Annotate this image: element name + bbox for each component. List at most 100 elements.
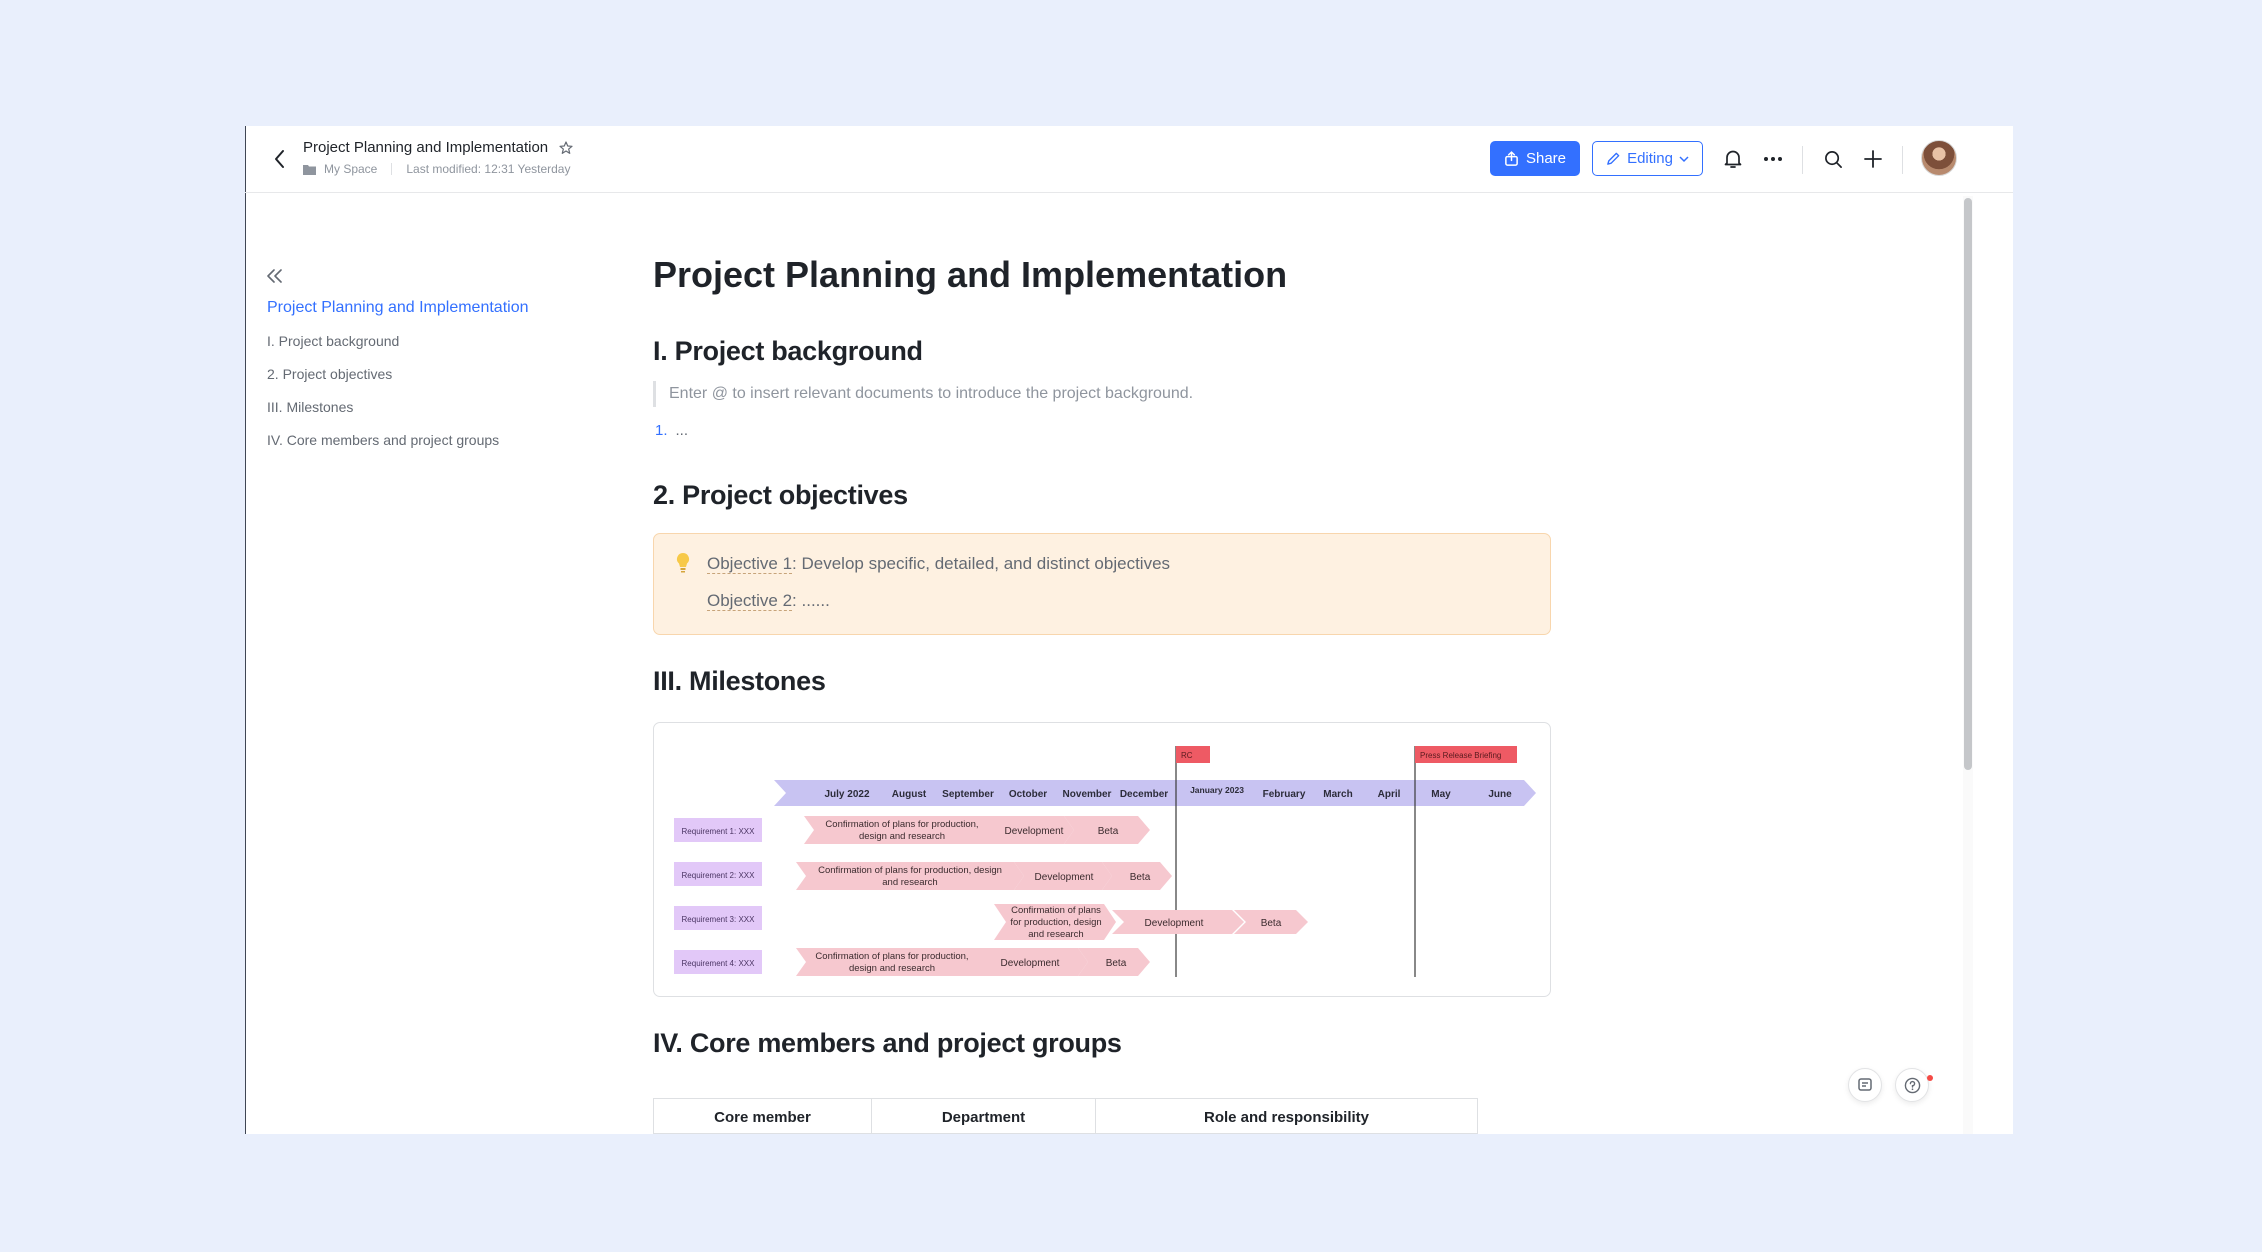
bell-icon — [1724, 150, 1742, 168]
svg-text:and research: and research — [882, 877, 937, 888]
comment-icon — [1858, 1078, 1872, 1091]
chevron-down-icon — [1679, 155, 1689, 162]
gantt-chart: July 2022 August September October Novem… — [674, 746, 1536, 977]
plus-icon — [1864, 150, 1882, 168]
search-button[interactable] — [1819, 145, 1847, 173]
svg-text:Confirmation of plans for prod: Confirmation of plans for production, — [825, 819, 978, 830]
more-button[interactable] — [1759, 145, 1787, 173]
objective-1: Objective 1: Develop specific, detailed,… — [707, 554, 1170, 574]
svg-text:for production, design: for production, design — [1010, 917, 1101, 928]
share-label: Share — [1525, 150, 1567, 167]
folder-icon — [303, 164, 316, 175]
svg-text:Development: Development — [1035, 872, 1094, 883]
svg-text:Beta: Beta — [1106, 958, 1127, 969]
svg-text:Requirement 1: XXX: Requirement 1: XXX — [682, 827, 756, 836]
list-number: 1. — [655, 422, 668, 439]
month-label: January 2023 — [1190, 785, 1244, 795]
svg-text:and research: and research — [1028, 929, 1083, 940]
top-bar: Project Planning and Implementation My S… — [245, 126, 2013, 193]
month-label: May — [1431, 789, 1451, 800]
document-outline: Project Planning and Implementation I. P… — [267, 298, 529, 463]
collapse-outline-button[interactable] — [263, 264, 287, 288]
share-icon — [1505, 151, 1518, 166]
svg-text:Confirmation of plans for prod: Confirmation of plans for production, — [815, 951, 968, 962]
divider — [1802, 146, 1803, 174]
objective-2: Objective 2: ...... — [707, 591, 830, 611]
comments-button[interactable] — [1848, 1068, 1882, 1102]
flag-label: Press Release Briefing — [1420, 751, 1501, 760]
outline-item-objectives[interactable]: 2. Project objectives — [267, 364, 529, 397]
lightbulb-icon — [676, 552, 690, 573]
outline-item-core-members[interactable]: IV. Core members and project groups — [267, 430, 529, 463]
svg-text:Confirmation of plans: Confirmation of plans — [1011, 905, 1101, 916]
flag-label: RC — [1181, 751, 1193, 760]
space-link[interactable]: My Space — [324, 162, 377, 176]
star-icon[interactable] — [558, 140, 574, 156]
table-header-department[interactable]: Department — [872, 1099, 1096, 1134]
objective-2-label: Objective 2 — [707, 591, 793, 611]
month-label: September — [942, 789, 994, 800]
back-button[interactable] — [267, 146, 293, 172]
core-members-table[interactable]: Core member Department Role and responsi… — [653, 1098, 1478, 1134]
svg-text:Requirement 2: XXX: Requirement 2: XXX — [682, 871, 756, 880]
month-label: June — [1488, 789, 1512, 800]
doc-meta: My Space Last modified: 12:31 Yesterday — [303, 162, 570, 176]
objectives-callout[interactable]: Objective 1: Develop specific, detailed,… — [653, 533, 1551, 635]
list-text: ... — [675, 422, 689, 439]
svg-text:Development: Development — [1145, 918, 1204, 929]
month-label: October — [1009, 789, 1047, 800]
pencil-icon — [1607, 152, 1620, 165]
outline-item-milestones[interactable]: III. Milestones — [267, 397, 529, 430]
share-button[interactable]: Share — [1490, 141, 1580, 176]
editing-mode-dropdown[interactable]: Editing — [1592, 141, 1703, 176]
table-header-role[interactable]: Role and responsibility — [1096, 1099, 1477, 1134]
heading-project-objectives[interactable]: 2. Project objectives — [653, 480, 908, 511]
month-label: March — [1323, 789, 1352, 800]
table-header-core-member[interactable]: Core member — [654, 1099, 872, 1134]
svg-text:Requirement 4: XXX: Requirement 4: XXX — [682, 959, 756, 968]
window-border — [245, 126, 246, 1134]
avatar[interactable] — [1921, 140, 1957, 176]
month-label: July 2022 — [824, 789, 869, 800]
double-chevron-left-icon — [267, 269, 282, 283]
outline-item-background[interactable]: I. Project background — [267, 331, 529, 364]
editing-label: Editing — [1627, 150, 1673, 167]
create-button[interactable] — [1859, 145, 1887, 173]
objective-2-text: : ...... — [792, 591, 830, 610]
svg-text:Development: Development — [1005, 826, 1064, 837]
objective-1-label: Objective 1 — [707, 554, 793, 574]
last-modified: Last modified: 12:31 Yesterday — [406, 162, 571, 176]
background-quote[interactable]: Enter @ to insert relevant documents to … — [653, 381, 1193, 407]
svg-text:Beta: Beta — [1261, 918, 1282, 929]
milestones-gantt-image[interactable]: July 2022 August September October Novem… — [653, 722, 1551, 997]
svg-text:Confirmation of plans for prod: Confirmation of plans for production, de… — [818, 865, 1002, 876]
month-label: December — [1120, 789, 1168, 800]
more-icon — [1764, 157, 1782, 161]
doc-title: Project Planning and Implementation — [303, 139, 549, 156]
document-window: Project Planning and Implementation My S… — [245, 126, 2013, 1134]
objective-1-text: : Develop specific, detailed, and distin… — [792, 554, 1171, 573]
heading-core-members[interactable]: IV. Core members and project groups — [653, 1028, 1122, 1059]
heading-project-background[interactable]: I. Project background — [653, 336, 923, 367]
svg-text:design and research: design and research — [859, 831, 945, 842]
doc-title-row: Project Planning and Implementation — [303, 139, 574, 156]
divider — [1902, 146, 1903, 174]
month-label: February — [1263, 789, 1306, 800]
notification-dot — [1927, 1075, 1933, 1081]
svg-text:design and research: design and research — [849, 963, 935, 974]
chevron-left-icon — [275, 150, 284, 168]
search-icon — [1824, 150, 1842, 168]
outline-item-title[interactable]: Project Planning and Implementation — [267, 298, 529, 331]
notifications-button[interactable] — [1719, 145, 1747, 173]
help-icon — [1904, 1077, 1920, 1093]
scrollbar-thumb[interactable] — [1964, 198, 1972, 770]
heading-milestones[interactable]: III. Milestones — [653, 666, 826, 697]
ordered-list-item[interactable]: 1.... — [655, 422, 688, 439]
page-title[interactable]: Project Planning and Implementation — [653, 254, 1287, 296]
svg-text:Development: Development — [1001, 958, 1060, 969]
help-button[interactable] — [1895, 1068, 1929, 1102]
month-label: November — [1063, 789, 1112, 800]
svg-text:Requirement 3: XXX: Requirement 3: XXX — [682, 915, 756, 924]
svg-text:Beta: Beta — [1098, 826, 1119, 837]
month-label: April — [1378, 789, 1401, 800]
